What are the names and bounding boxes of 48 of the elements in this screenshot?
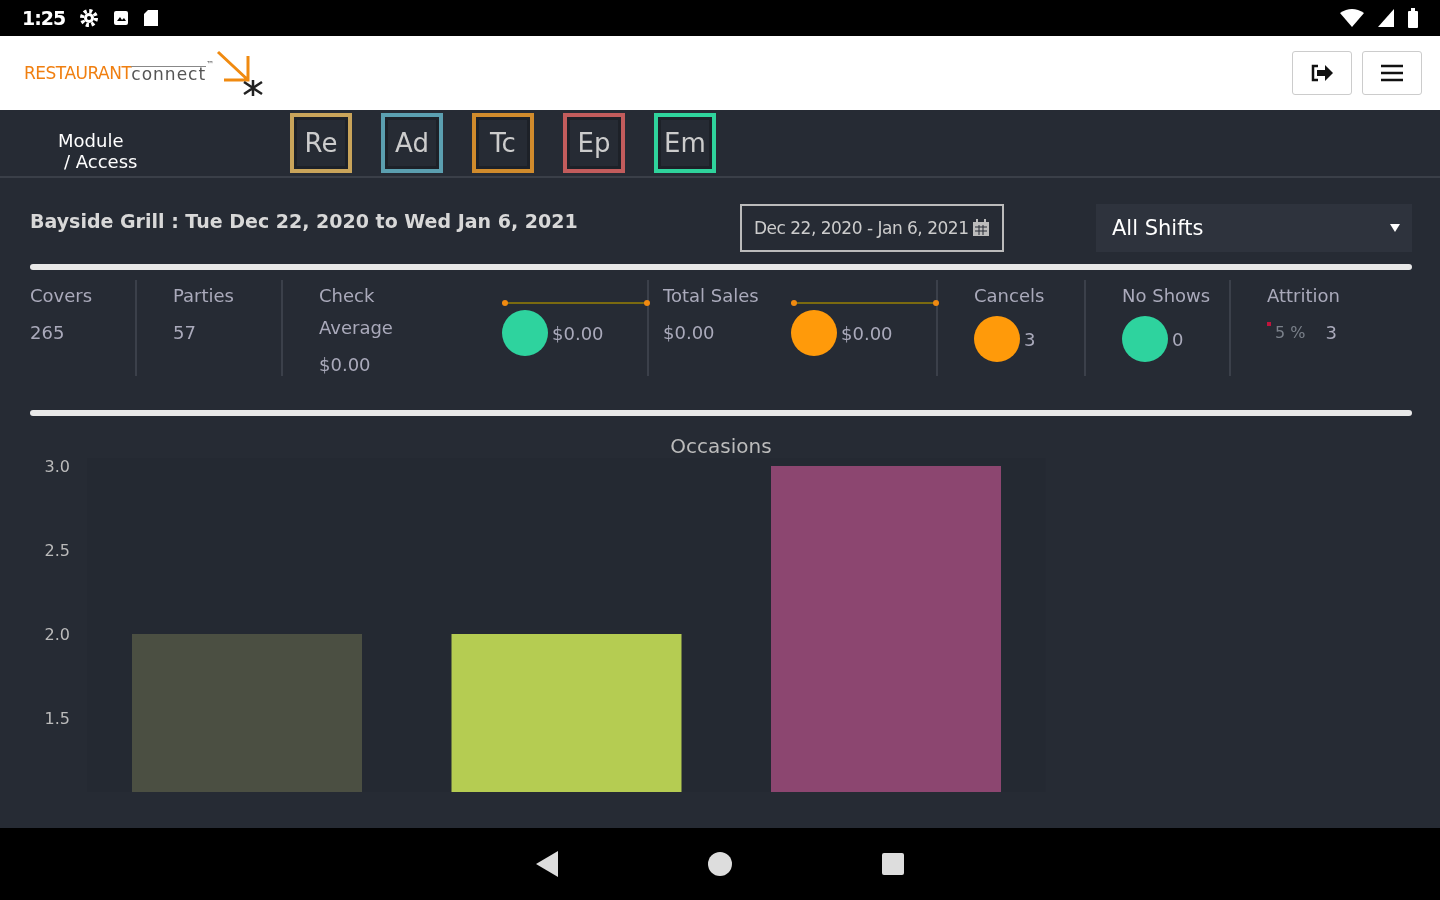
percent-label: 5 %	[1275, 323, 1306, 342]
battery-icon	[1408, 8, 1418, 28]
module-tab[interactable]: Re	[290, 113, 352, 173]
access-label: / Access	[63, 151, 139, 172]
goal-value: $0.00	[841, 322, 893, 344]
dropdown-caret-icon	[1390, 224, 1400, 232]
axis-tick-label: 3.0	[44, 458, 70, 476]
chart-title: Occasions	[669, 433, 773, 458]
home-icon[interactable]	[708, 852, 732, 876]
metric-value: 57	[173, 321, 197, 345]
menu-button[interactable]	[1362, 51, 1422, 95]
metric-value: 3	[1024, 328, 1036, 350]
calendar-icon	[972, 219, 991, 237]
metric-value: 3	[1325, 322, 1337, 343]
shift-select[interactable]: All Shifts	[1096, 204, 1412, 252]
metric-value: 0	[1172, 328, 1184, 350]
logout-button[interactable]	[1292, 51, 1352, 95]
module-tab[interactable]: Ad	[381, 113, 443, 173]
settings-icon	[79, 8, 100, 28]
metric-label: No Shows	[1122, 284, 1211, 308]
module-tab[interactable]: Tc	[472, 113, 534, 173]
report-title: Bayside Grill : Tue Dec 22, 2020 to Wed Jan 6, 2021	[30, 209, 579, 232]
menu-icon	[1381, 64, 1403, 82]
metric-label: Total Sales	[663, 284, 759, 308]
goal-value: $0.00	[552, 322, 604, 344]
logo: RESTAURANTconnect™	[24, 48, 267, 98]
status-time: 1:25	[22, 7, 66, 29]
metric-label: Attrition	[1267, 284, 1340, 308]
metric-value: $0.00	[663, 321, 716, 345]
wifi-icon	[1340, 9, 1364, 27]
metric-label: Cancels	[974, 284, 1045, 308]
module-tab[interactable]: Em	[654, 113, 716, 173]
module-label: Module	[58, 130, 125, 151]
signal-icon	[1378, 9, 1394, 27]
back-icon[interactable]	[536, 851, 558, 877]
sd-card-icon	[143, 9, 160, 27]
axis-tick-label: 1.5	[44, 709, 70, 728]
date-range-picker[interactable]: Dec 22, 2020 - Jan 6, 2021	[740, 204, 1005, 252]
logout-icon	[1311, 64, 1333, 82]
metric-label: Covers	[30, 284, 93, 308]
axis-tick-label: 2.0	[44, 625, 70, 644]
axis-tick-label: 2.5	[44, 541, 70, 560]
metric-label: Parties	[173, 284, 234, 308]
metric-label: Check Average	[319, 284, 394, 340]
image-icon	[113, 10, 130, 26]
module-tab[interactable]: Ep	[563, 113, 625, 173]
metric-value: 265	[30, 321, 66, 345]
metric-value: $0.00	[319, 353, 372, 377]
